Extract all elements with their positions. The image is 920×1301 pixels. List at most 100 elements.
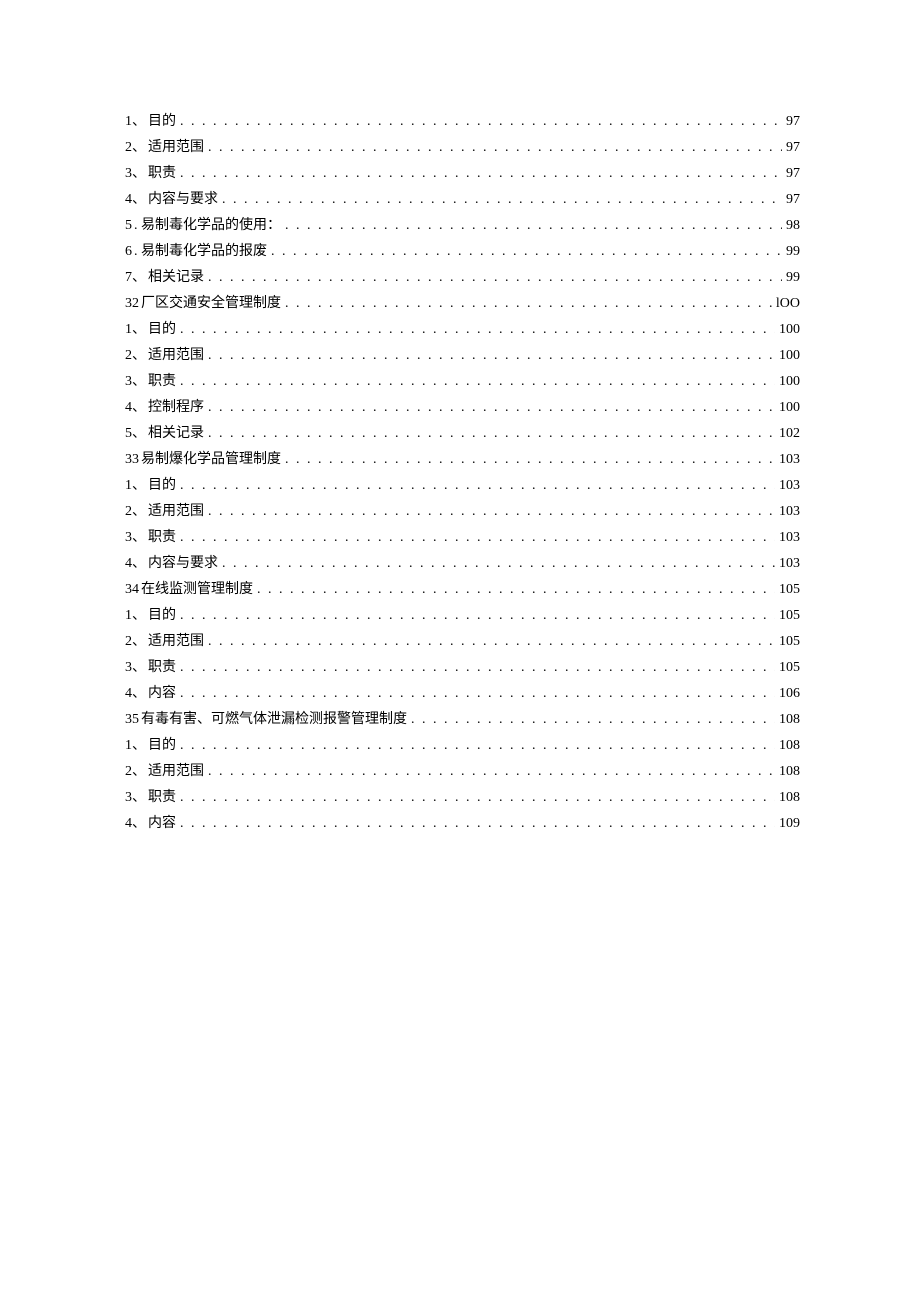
toc-title: 目的 [148,604,176,624]
toc-entry: 3、职责103 [125,526,800,546]
toc-entry: 3、职责97 [125,162,800,182]
toc-page-number: 108 [779,790,800,806]
toc-title: 职责 [148,162,176,182]
toc-leader-dots [208,504,775,520]
toc-title: 职责 [148,656,176,676]
toc-title: 内容 [148,812,176,832]
toc-prefix: 1、 [125,318,146,338]
toc-title: 内容 [148,682,176,702]
toc-title: 易制爆化学品管理制度 [141,448,281,468]
toc-leader-dots [180,530,775,546]
toc-prefix: 2、 [125,630,146,650]
toc-leader-dots [180,374,775,390]
toc-entry: 35 有毒有害、可燃气体泄漏检测报警管理制度 108 [125,708,800,728]
toc-title: . 易制毒化学品的报废 [134,240,267,260]
toc-prefix: 4、 [125,552,146,572]
toc-leader-dots [257,582,775,598]
toc-page-number: 100 [779,400,800,416]
toc-title: 内容与要求 [148,552,218,572]
toc-entry: 5. 易制毒化学品的使用：98 [125,214,800,234]
toc-leader-dots [180,478,775,494]
toc-entry: 2、适用范围 108 [125,760,800,780]
toc-title: 适用范围 [148,500,204,520]
toc-entry: 34 在线监测管理制度 105 [125,578,800,598]
toc-title: 职责 [148,370,176,390]
toc-entry: 4、内容106 [125,682,800,702]
toc-title: 有毒有害、可燃气体泄漏检测报警管理制度 [141,708,407,728]
toc-page-number: 105 [779,660,800,676]
toc-entry: 3、职责105 [125,656,800,676]
toc-page-number: lOO [776,296,800,312]
toc-prefix: 2、 [125,344,146,364]
toc-leader-dots [411,712,775,728]
toc-page-number: 99 [786,244,800,260]
toc-page-number: 100 [779,374,800,390]
toc-page-number: 103 [779,504,800,520]
toc-entry: 2、适用范围100 [125,344,800,364]
toc-page-number: 103 [779,530,800,546]
toc-entry: 4、内容与要求 103 [125,552,800,572]
table-of-contents: 1、目的972、适用范围973、职责974、内容与要求975. 易制毒化学品的使… [125,110,800,832]
toc-page-number: 109 [779,816,800,832]
toc-leader-dots [222,556,775,572]
toc-prefix: 3、 [125,786,146,806]
toc-entry: 33 易制爆化学品管理制度 103 [125,448,800,468]
toc-leader-dots [180,686,775,702]
toc-page-number: 105 [779,608,800,624]
toc-leader-dots [180,608,775,624]
toc-prefix: 3、 [125,370,146,390]
toc-page-number: 108 [779,764,800,780]
toc-page-number: 105 [779,582,800,598]
toc-prefix: 3、 [125,162,146,182]
toc-leader-dots [222,192,782,208]
toc-leader-dots [208,270,782,286]
toc-title: 在线监测管理制度 [141,578,253,598]
toc-title: 适用范围 [148,760,204,780]
toc-page-number: 97 [786,140,800,156]
toc-leader-dots [180,322,775,338]
toc-prefix: 33 [125,452,139,468]
toc-page-number: 97 [786,192,800,208]
toc-title: 目的 [148,474,176,494]
toc-prefix: 32 [125,296,139,312]
toc-leader-dots [208,400,775,416]
toc-page-number: 98 [786,218,800,234]
toc-prefix: 4、 [125,188,146,208]
toc-title: . 易制毒化学品的使用： [134,214,281,234]
toc-prefix: 1、 [125,474,146,494]
toc-entry: 4、控制程序 100 [125,396,800,416]
toc-prefix: 7、 [125,266,146,286]
toc-page-number: 103 [779,556,800,572]
toc-prefix: 2、 [125,500,146,520]
toc-prefix: 1、 [125,734,146,754]
toc-prefix: 35 [125,712,139,728]
toc-title: 相关记录 [148,266,204,286]
toc-leader-dots [180,660,775,676]
toc-entry: 5、相关记录102 [125,422,800,442]
toc-entry: 2、适用范围97 [125,136,800,156]
toc-page-number: 97 [786,114,800,130]
toc-page-number: 100 [779,322,800,338]
toc-leader-dots [271,244,782,260]
toc-leader-dots [285,452,775,468]
toc-title: 目的 [148,734,176,754]
toc-page-number: 102 [779,426,800,442]
toc-page-number: 103 [779,452,800,468]
toc-title: 相关记录 [148,422,204,442]
toc-page-number: 103 [779,478,800,494]
toc-title: 厂区交通安全管理制度 [141,292,281,312]
toc-title: 适用范围 [148,136,204,156]
toc-entry: 3、职责 100 [125,370,800,390]
toc-leader-dots [208,764,775,780]
toc-page-number: 108 [779,738,800,754]
toc-leader-dots [208,140,782,156]
toc-leader-dots [285,218,782,234]
toc-title: 控制程序 [148,396,204,416]
toc-leader-dots [180,738,775,754]
toc-page-number: 108 [779,712,800,728]
toc-prefix: 6 [125,244,132,260]
toc-prefix: 34 [125,582,139,598]
toc-entry: 1、目的97 [125,110,800,130]
toc-prefix: 4、 [125,396,146,416]
toc-prefix: 2、 [125,760,146,780]
